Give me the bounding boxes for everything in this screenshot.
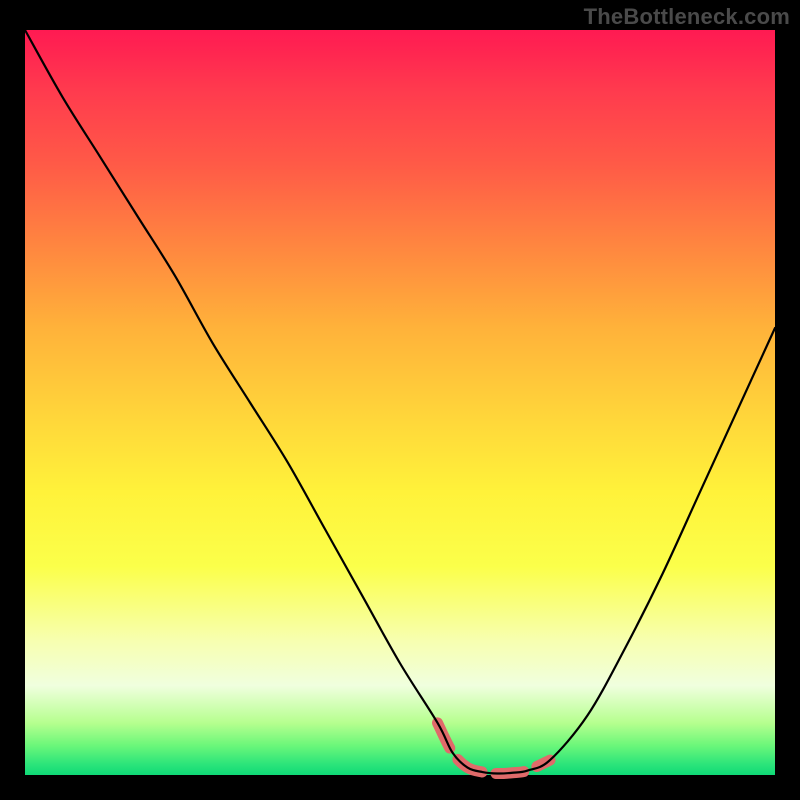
curve-svg xyxy=(25,30,775,775)
optimal-range-highlight xyxy=(438,723,551,774)
plot-area xyxy=(25,30,775,775)
chart-frame: TheBottleneck.com xyxy=(0,0,800,800)
watermark-text: TheBottleneck.com xyxy=(584,4,790,30)
bottleneck-curve xyxy=(25,30,775,774)
